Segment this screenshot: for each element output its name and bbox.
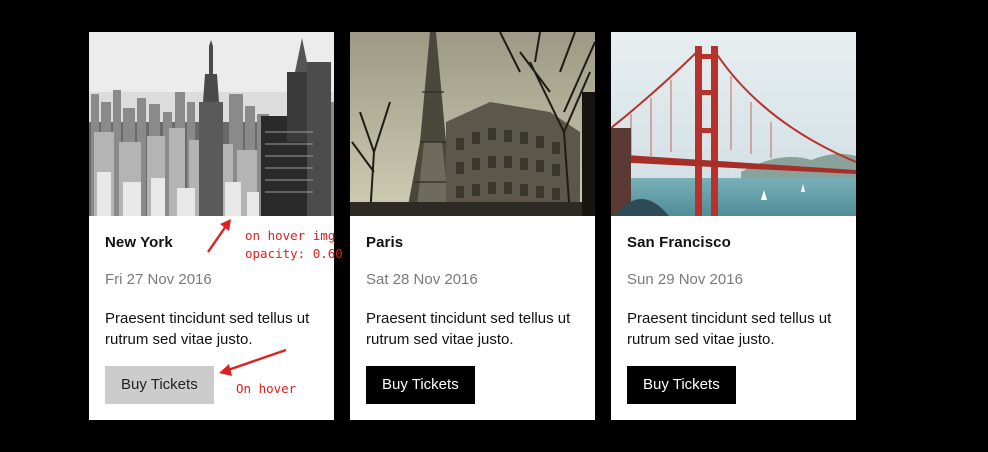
card-date: Sun 29 Nov 2016 <box>627 271 743 288</box>
card-description: Praesent tincidunt sed tellus ut rutrum … <box>627 310 832 348</box>
event-card-san-francisco: San Francisco Sun 29 Nov 2016 Praesent t… <box>611 32 856 420</box>
paris-eiffel-tower-photo <box>350 32 595 216</box>
image-hover-annotation: on hover img opacity: 0.60 <box>245 227 343 263</box>
buy-tickets-button[interactable]: Buy Tickets <box>105 366 214 404</box>
card-title: Paris <box>366 234 404 251</box>
buy-tickets-button[interactable]: Buy Tickets <box>366 366 475 404</box>
san-francisco-golden-gate-photo <box>611 32 856 216</box>
paris-image[interactable] <box>350 32 595 216</box>
button-hover-annotation: On hover <box>236 381 297 396</box>
card-description: Praesent tincidunt sed tellus ut rutrum … <box>105 310 310 348</box>
card-title: New York <box>105 234 173 251</box>
card-title: San Francisco <box>627 234 731 251</box>
new-york-skyline-photo <box>89 32 334 216</box>
card-date: Fri 27 Nov 2016 <box>105 271 212 288</box>
buy-tickets-button[interactable]: Buy Tickets <box>627 366 736 404</box>
san-francisco-image[interactable] <box>611 32 856 216</box>
card-description: Praesent tincidunt sed tellus ut rutrum … <box>366 310 571 348</box>
event-card-new-york: New York Fri 27 Nov 2016 Praesent tincid… <box>89 32 334 420</box>
card-date: Sat 28 Nov 2016 <box>366 271 478 288</box>
new-york-image[interactable] <box>89 32 334 216</box>
annotation-line: opacity: 0.60 <box>245 246 343 261</box>
event-card-paris: Paris Sat 28 Nov 2016 Praesent tincidunt… <box>350 32 595 420</box>
annotation-line: on hover img <box>245 228 336 243</box>
